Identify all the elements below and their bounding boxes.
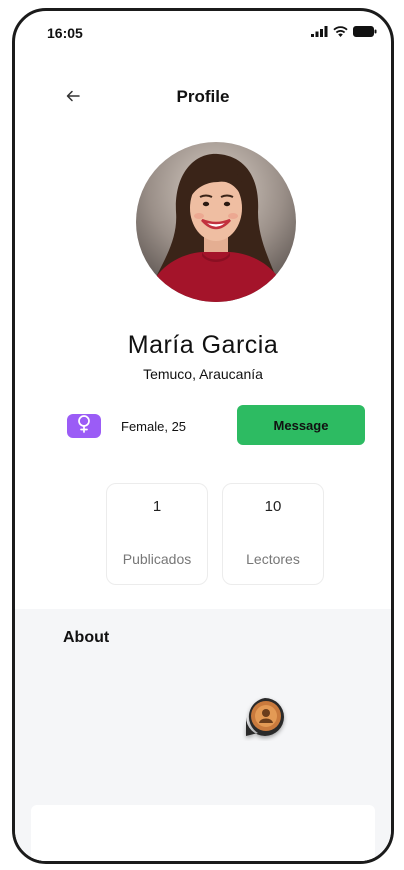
wifi-icon <box>333 24 348 42</box>
phone-frame: 16:05 Profile María Garcia Temuco, Arauc… <box>12 8 394 864</box>
chat-bubble-icon[interactable] <box>242 695 288 741</box>
message-button[interactable]: Message <box>237 405 365 445</box>
status-bar: 16:05 <box>15 11 391 55</box>
female-symbol-icon <box>76 414 92 438</box>
stat-label: Publicados <box>122 551 192 567</box>
stat-value: 1 <box>152 498 162 515</box>
bottom-card <box>31 805 375 861</box>
profile-location: Temuco, Araucanía <box>143 366 263 382</box>
page-title: Profile <box>176 87 230 106</box>
signal-icon <box>311 24 328 42</box>
stat-value: 10 <box>264 498 282 515</box>
status-icons <box>311 24 377 42</box>
gender-badge <box>67 414 101 438</box>
header: Profile <box>15 83 391 113</box>
status-time: 16:05 <box>47 25 83 41</box>
about-section: About <box>15 609 391 861</box>
avatar <box>136 142 296 302</box>
profile-name: María Garcia <box>127 331 279 359</box>
stat-label: Lectores <box>246 551 300 567</box>
battery-icon <box>353 24 377 42</box>
stat-card-publicados: 1 Publicados <box>106 483 208 585</box>
stat-card-lectores: 10 Lectores <box>222 483 324 585</box>
about-title: About <box>63 629 110 646</box>
gender-age-text: Female, 25 <box>121 419 187 434</box>
